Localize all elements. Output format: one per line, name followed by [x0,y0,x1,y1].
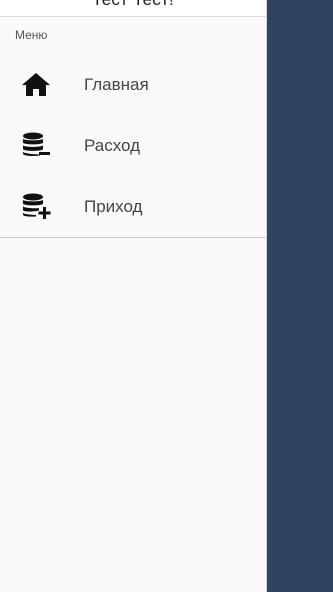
menu-item-expense[interactable]: Расход [0,115,266,176]
home-icon [20,70,52,98]
menu-item-label: Приход [84,197,143,216]
database-minus-icon [20,131,52,159]
database-plus-icon [20,192,52,220]
menu-item-home[interactable]: Главная [0,54,266,115]
menu-list: Главная Расход Приход [0,54,266,237]
user-name: Тест Тест! [0,0,266,10]
drawer-header: Тест Тест! [0,0,266,17]
navigation-drawer: Тест Тест! Меню Главная Расход [0,0,267,592]
menu-section-label: Меню [15,28,48,42]
menu-divider [0,237,266,238]
menu-item-label: Главная [84,75,149,94]
menu-item-income[interactable]: Приход [0,176,266,237]
menu-item-label: Расход [84,136,141,155]
